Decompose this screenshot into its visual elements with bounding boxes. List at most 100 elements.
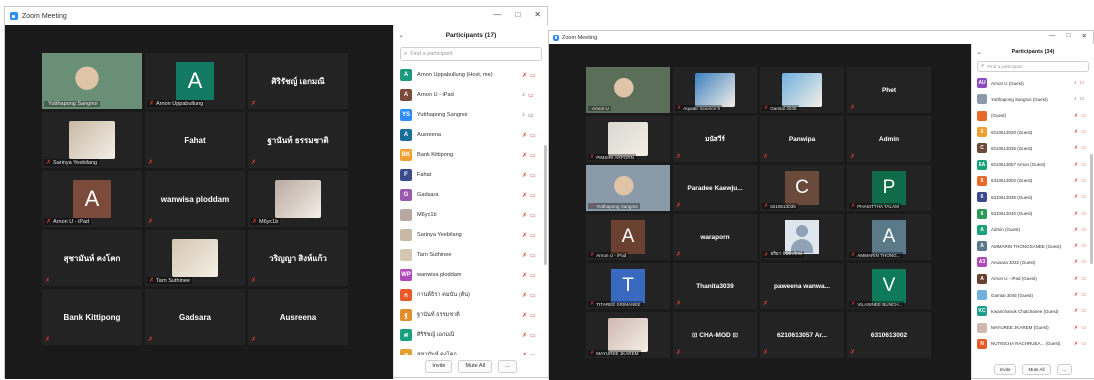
participant-row[interactable]: A Arnon U - iPad ♪ ▭	[394, 85, 548, 105]
muted-mic-icon[interactable]: ✗	[522, 332, 527, 339]
participant-row[interactable]: A AMMARIN THONGSANEE (Guest) ✗ ▭	[972, 238, 1094, 254]
muted-mic-icon[interactable]: ✗	[1074, 276, 1078, 282]
participant-row[interactable]: YS Yutthapong Sangnoi ♪ ▭	[394, 105, 548, 125]
participant-row[interactable]: A Arnon Uppabullung (Host, me) ✗ ▭	[394, 65, 548, 85]
video-tile[interactable]: ✗ ฟริยา จันทะรักษ์	[760, 214, 844, 260]
camera-icon[interactable]: ▭	[528, 112, 534, 119]
camera-off-icon[interactable]: ▭	[530, 192, 536, 199]
camera-off-icon[interactable]: ▭	[530, 152, 536, 159]
video-tile[interactable]: T ✗ TITAREE SRIMANEE	[586, 263, 670, 309]
participant-search[interactable]: ⌕ Find a participant	[400, 47, 542, 61]
camera-off-icon[interactable]: ▭	[530, 332, 536, 339]
participant-row[interactable]: N NUTNICHA RACHRUEA... (Guest) ✗ ▭	[972, 336, 1094, 351]
participant-row[interactable]: ฐ ฐานันท์ ธรรมชาติ ✗ ▭	[394, 305, 548, 325]
video-tile[interactable]: วริญญา สิงห์แก้ว ✗	[248, 230, 348, 286]
participant-row[interactable]: ก กานต์ธิรา คมนัน (ต้น) ✗ ▭	[394, 285, 548, 305]
camera-off-icon[interactable]: ▭	[528, 92, 534, 99]
camera-off-icon[interactable]: ▭	[530, 72, 536, 79]
video-tile[interactable]: ✗ MAYUREE JKAREM	[586, 312, 670, 358]
video-tile[interactable]: ศิริรัชญ์ เอกมณี ✗	[248, 53, 348, 109]
camera-off-icon[interactable]: ▭	[1081, 259, 1086, 265]
camera-off-icon[interactable]: ▭	[530, 252, 536, 259]
muted-mic-icon[interactable]: ✗	[1074, 178, 1078, 184]
participant-row[interactable]: (Guest) ✗ ▭	[972, 108, 1094, 124]
muted-mic-icon[interactable]: ✗	[1074, 211, 1078, 217]
video-tile[interactable]: ✗ PIMSIRI ARPORN	[586, 116, 670, 162]
camera-off-icon[interactable]: ▭	[530, 232, 536, 239]
video-tile[interactable]: paweena wanwa... ✗	[760, 263, 844, 309]
camera-off-icon[interactable]: ▭	[1081, 145, 1086, 151]
invite-button[interactable]: Invite	[425, 359, 453, 373]
more-button[interactable]: ...	[1056, 363, 1073, 375]
muted-mic-icon[interactable]: ✗	[1074, 308, 1078, 314]
camera-icon[interactable]: ▭	[1080, 96, 1085, 102]
scrollbar[interactable]	[1090, 154, 1093, 264]
muted-mic-icon[interactable]: ✗	[1074, 194, 1078, 200]
video-tile[interactable]: Phet ✗	[847, 67, 931, 113]
title-bar[interactable]: Zoom Meeting	[5, 7, 547, 25]
invite-button[interactable]: Invite	[993, 363, 1017, 375]
muted-mic-icon[interactable]: ✗	[522, 152, 527, 159]
video-tile[interactable]: Fahat ✗	[145, 112, 245, 168]
muted-mic-icon[interactable]: ✗	[522, 212, 527, 219]
title-bar[interactable]: Zoom Meeting	[549, 31, 1093, 44]
participant-row[interactable]: ศ ศิริรัชญ์ เอกมณี ✗ ▭	[394, 325, 548, 345]
camera-off-icon[interactable]: ▭	[1081, 325, 1086, 331]
camera-off-icon[interactable]: ▭	[1081, 243, 1086, 249]
muted-mic-icon[interactable]: ✗	[1074, 243, 1078, 249]
participant-row[interactable]: Sarinya Yeebilang ✗ ▭	[394, 225, 548, 245]
maximize-icon[interactable]: □	[1067, 32, 1071, 40]
video-tile[interactable]: P ✗ PHASITTHA TALAM	[847, 165, 931, 211]
participant-row[interactable]: Gamtai 3045 (Guest) ✗ ▭	[972, 287, 1094, 303]
search-input[interactable]: Find a participant	[410, 51, 452, 57]
video-tile[interactable]: Panwipa ✗	[760, 116, 844, 162]
muted-mic-icon[interactable]: ✗	[522, 252, 527, 259]
muted-mic-icon[interactable]: ✗	[1074, 162, 1078, 168]
more-button[interactable]: ...	[498, 359, 517, 373]
camera-off-icon[interactable]: ▭	[1081, 113, 1086, 119]
participant-row[interactable]: 6 6210613020 (Guest) ✗ ▭	[972, 124, 1094, 140]
video-tile[interactable]: Gadsara ✗	[145, 289, 245, 345]
search-input[interactable]: Find a participant	[987, 64, 1022, 69]
video-tile[interactable]: waraporn ✗	[673, 214, 757, 260]
video-tile[interactable]: V ✗ VILASINEE BUNCH...	[847, 263, 931, 309]
video-tile[interactable]: Admin ✗	[847, 116, 931, 162]
muted-mic-icon[interactable]: ✗	[522, 232, 527, 239]
participant-row[interactable]: Tarn Suthinee ✗ ▭	[394, 245, 548, 265]
muted-mic-icon[interactable]: ✗	[1074, 259, 1078, 265]
mute-all-button[interactable]: Mute All	[1022, 363, 1051, 375]
muted-mic-icon[interactable]: ✗	[1074, 292, 1078, 298]
video-tile[interactable]: ✗ Yutthapong Sangnoi	[586, 165, 670, 211]
video-tile[interactable]: C ✗ 6210613035	[760, 165, 844, 211]
participant-row[interactable]: A Admin (Guest) ✗ ▭	[972, 222, 1094, 238]
participant-row[interactable]: 6 6310613035 (Guest) ✗ ▭	[972, 189, 1094, 205]
camera-off-icon[interactable]: ▭	[530, 132, 536, 139]
maximize-icon[interactable]: □	[515, 10, 520, 19]
video-tile[interactable]: A ✗ Arnon Uppabullung	[145, 53, 245, 109]
video-tile[interactable]: ⊡ CHA-MOD ⊡ ✗	[673, 312, 757, 358]
participant-row[interactable]: WP wanwisa ploddam ✗ ▭	[394, 265, 548, 285]
video-tile[interactable]: มนัสวีร์ ✗	[673, 116, 757, 162]
muted-mic-icon[interactable]: ✗	[1074, 341, 1078, 347]
muted-mic-icon[interactable]: ✗	[1074, 227, 1078, 233]
video-tile[interactable]: Ausreena ✗	[248, 289, 348, 345]
camera-off-icon[interactable]: ▭	[530, 172, 536, 179]
participant-row[interactable]: Yutthapong Sangnoi (Guest) ♪ ▭	[972, 91, 1094, 107]
video-tile[interactable]: Thanita3039 ✗	[673, 263, 757, 309]
camera-off-icon[interactable]: ▭	[530, 312, 536, 319]
camera-off-icon[interactable]: ▭	[1081, 129, 1086, 135]
mute-all-button[interactable]: Mute All	[458, 359, 493, 373]
participant-row[interactable]: MAYUREE JKAREM (Guest) ✗ ▭	[972, 319, 1094, 335]
minimize-icon[interactable]: —	[1049, 32, 1056, 40]
video-tile[interactable]: Paradee Kaewju... ✗	[673, 165, 757, 211]
muted-mic-icon[interactable]: ✗	[1074, 325, 1078, 331]
participant-search[interactable]: ⌕ Find a participant	[977, 61, 1089, 72]
participant-row[interactable]: AU Arnon U (Guest) ♪ ▭	[972, 75, 1094, 91]
camera-off-icon[interactable]: ▭	[1080, 80, 1085, 86]
muted-mic-icon[interactable]: ✗	[1074, 113, 1078, 119]
camera-off-icon[interactable]: ▭	[1081, 341, 1086, 347]
video-tile[interactable]: A ✗ Arnon U - iPad	[586, 214, 670, 260]
video-tile[interactable]: ✗ Gamtai 3045	[760, 67, 844, 113]
camera-off-icon[interactable]: ▭	[530, 292, 536, 299]
muted-mic-icon[interactable]: ✗	[522, 72, 527, 79]
